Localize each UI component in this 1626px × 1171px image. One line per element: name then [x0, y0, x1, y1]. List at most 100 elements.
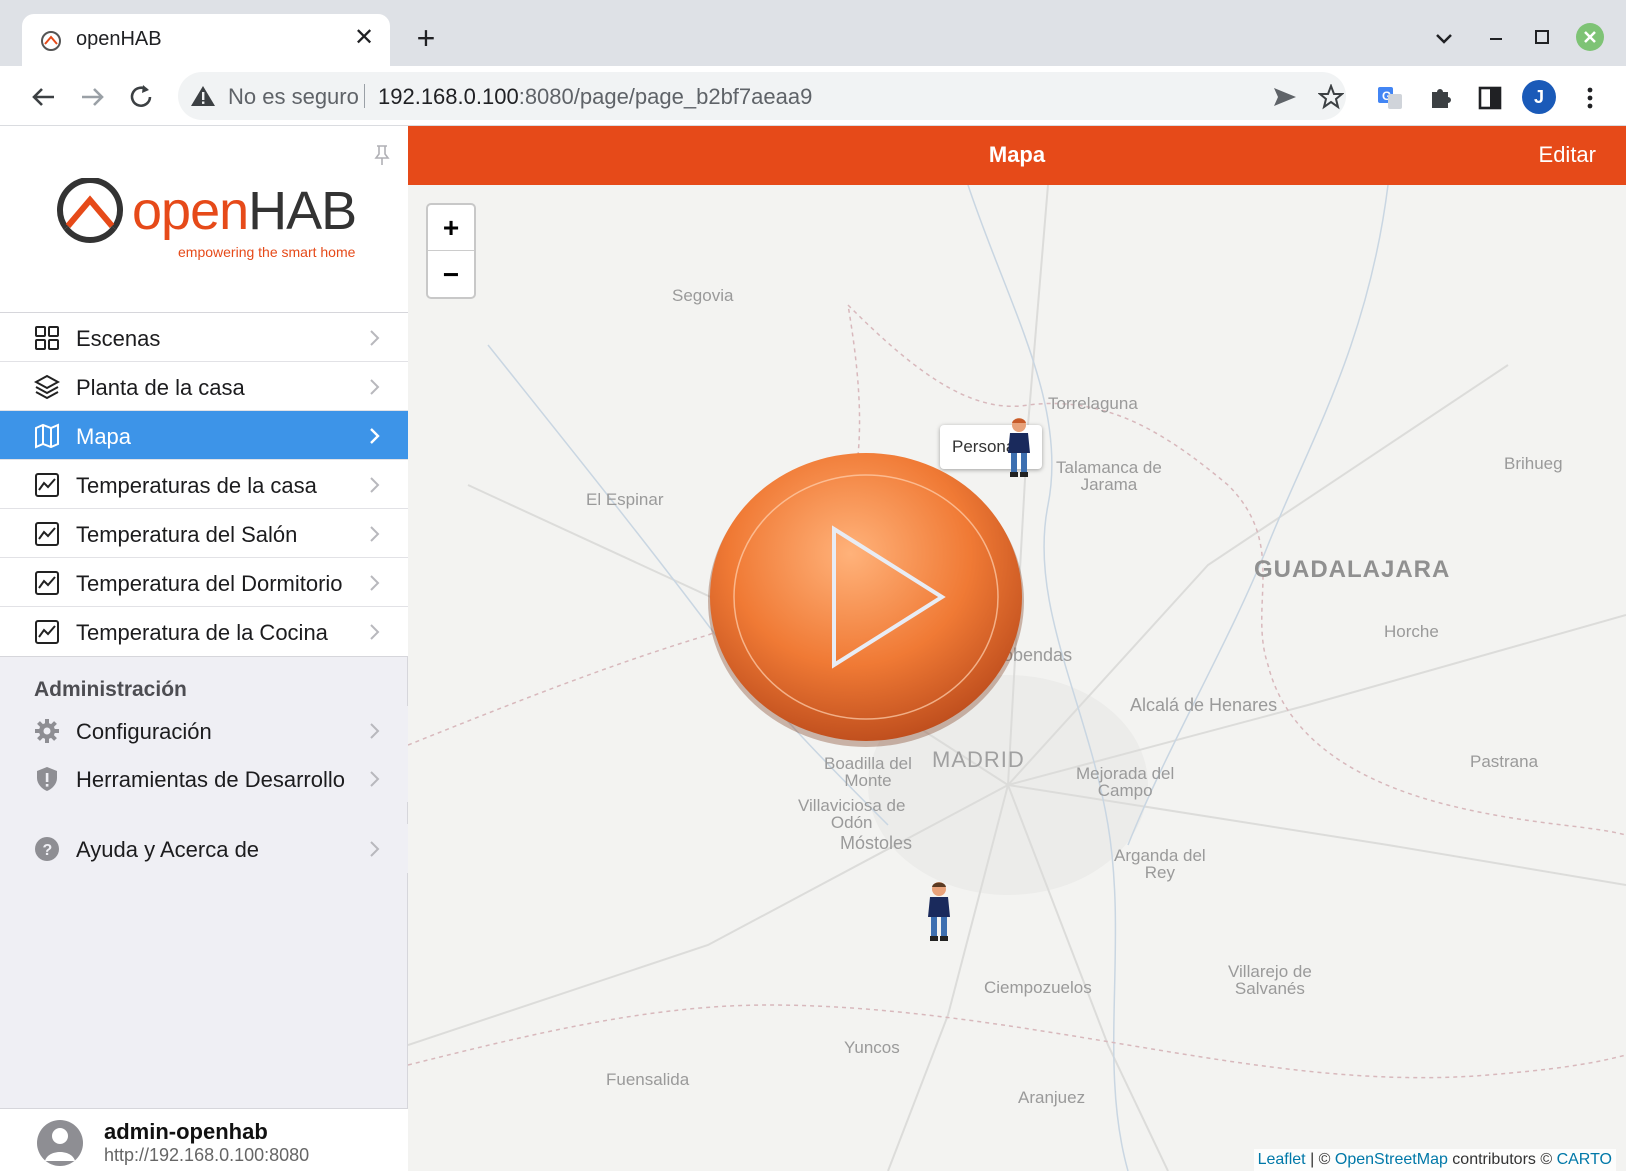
zoom-control: + − [426, 203, 476, 299]
url-text[interactable]: 192.168.0.100:8080/page/page_b2bf7aeaa9 [378, 84, 812, 110]
sidebar-item-label: Temperatura del Dormitorio [76, 571, 343, 596]
shield-icon [37, 767, 57, 791]
sidebar-item-temperatura-salon[interactable]: Temperatura del Salón [0, 509, 408, 558]
side-panel-icon[interactable] [1476, 84, 1504, 112]
layers-icon [34, 374, 60, 400]
pages-menu: Escenas Planta de la casa Mapa Temperatu… [0, 312, 408, 657]
omnibox-separator [364, 84, 365, 108]
map-label-ciempozuelos: Ciempozuelos [984, 978, 1092, 997]
kebab-menu-icon[interactable] [1576, 84, 1604, 112]
map-label-brihuega: Brihueg [1504, 454, 1563, 473]
help-menu: ? Ayuda y Acerca de [0, 824, 408, 873]
map-label-torrelaguna: Torrelaguna [1048, 394, 1138, 413]
send-icon[interactable] [1272, 84, 1298, 110]
chevron-right-icon [370, 330, 380, 346]
svg-text:?: ? [43, 842, 53, 859]
reload-icon[interactable] [124, 80, 158, 114]
minimize-icon[interactable] [1480, 22, 1512, 54]
help-circle-icon: ? [35, 837, 59, 861]
bookmark-star-icon[interactable] [1318, 84, 1344, 110]
map-label-pastrana: Pastrana [1470, 752, 1539, 771]
back-arrow-icon[interactable] [26, 80, 60, 114]
osm-link[interactable]: OpenStreetMap [1335, 1151, 1448, 1168]
chart-icon [35, 571, 59, 595]
map-attribution: Leaflet | © OpenStreetMap contributors ©… [1253, 1149, 1616, 1171]
attrib-contributors: contributors © [1447, 1151, 1557, 1168]
translate-icon[interactable]: G [1376, 84, 1404, 112]
chart-icon [35, 473, 59, 497]
chevron-right-icon [370, 723, 380, 739]
tab-search-icon[interactable] [1428, 22, 1460, 54]
logo-area: openHAB empowering the smart home [0, 126, 408, 312]
sidebar-item-temperatura-dormitorio[interactable]: Temperatura del Dormitorio [0, 558, 408, 607]
sidebar-item-label: Temperatura de la Cocina [76, 620, 328, 645]
logo-open-text: open [132, 181, 249, 241]
chevron-right-icon [370, 526, 380, 542]
sidebar-item-temperaturas-casa[interactable]: Temperaturas de la casa [0, 460, 408, 509]
map-label-villarejo: Villarejo de Salvanés [1228, 962, 1312, 998]
not-secure-label[interactable]: No es seguro [228, 84, 359, 110]
chevron-right-icon [370, 477, 380, 493]
map-label-boadilla: Boadilla del Monte [824, 754, 912, 790]
map-label-talamanca: Talamanca de Jarama [1056, 458, 1162, 494]
openhab-logo: openHAB empowering the smart home [56, 178, 366, 268]
sidebar-item-escenas[interactable]: Escenas [0, 313, 408, 362]
person-marker-icon[interactable] [924, 881, 954, 943]
logo-wordmark: openHAB [132, 180, 357, 242]
map-label-el-espinar: El Espinar [586, 490, 664, 509]
gear-icon [35, 719, 59, 743]
zoom-out-button[interactable]: − [428, 252, 474, 298]
chevron-right-icon [370, 771, 380, 787]
browser-tab[interactable]: openHAB ✕ [22, 14, 390, 66]
chart-icon [35, 620, 59, 644]
chevron-right-icon [370, 841, 380, 857]
map-label-fuensalida: Fuensalida [606, 1070, 690, 1089]
address-bar[interactable]: No es seguro 192.168.0.100:8080/page/pag… [178, 72, 1346, 120]
map-icon [35, 423, 59, 449]
grid-icon [35, 326, 59, 350]
map-label-madrid: MADRID [932, 747, 1025, 772]
sidebar-item-herramientas[interactable]: Herramientas de Desarrollo [0, 754, 408, 802]
sidebar-item-configuracion[interactable]: Configuración [0, 706, 408, 754]
map-view[interactable]: + − Segovia Torrelaguna Talamanca de Jar… [408, 185, 1626, 1171]
profile-avatar[interactable]: J [1522, 80, 1556, 114]
forward-arrow-icon[interactable] [76, 80, 110, 114]
map-label-horche: Horche [1384, 622, 1439, 641]
carto-link[interactable]: CARTO [1557, 1151, 1612, 1168]
tab-close-icon[interactable]: ✕ [350, 24, 378, 52]
map-label-segovia: Segovia [672, 286, 734, 305]
extensions-puzzle-icon[interactable] [1426, 84, 1454, 112]
edit-button[interactable]: Editar [1539, 142, 1596, 168]
chevron-right-icon [370, 624, 380, 640]
play-button-icon[interactable] [706, 447, 1026, 747]
user-avatar-icon [37, 1120, 83, 1166]
tab-title: openHAB [76, 28, 162, 50]
sidebar-item-label: Planta de la casa [76, 375, 245, 400]
sidebar-item-label: Ayuda y Acerca de [76, 837, 260, 862]
sidebar-item-label: Configuración [76, 719, 212, 744]
openhab-logo-icon [57, 178, 123, 243]
map-label-aranjuez: Aranjuez [1018, 1088, 1086, 1107]
chevron-right-icon [370, 575, 380, 591]
map-label-arganda: Arganda del Rey [1114, 846, 1206, 882]
user-server-url: http://192.168.0.100:8080 [104, 1145, 310, 1165]
map-label-villaviciosa: Villaviciosa de Odón [798, 796, 906, 832]
sidebar-item-ayuda[interactable]: ? Ayuda y Acerca de [0, 824, 408, 873]
maximize-icon[interactable] [1526, 22, 1558, 54]
pin-icon[interactable] [372, 144, 392, 166]
map-label-mejorada: Mejorada del Campo [1076, 764, 1175, 800]
sidebar-item-temperatura-cocina[interactable]: Temperatura de la Cocina [0, 607, 408, 656]
leaflet-link[interactable]: Leaflet [1258, 1151, 1306, 1168]
warning-icon[interactable] [190, 84, 216, 108]
page-title: Mapa [988, 142, 1046, 167]
user-profile[interactable]: admin-openhab http://192.168.0.100:8080 [0, 1108, 408, 1171]
logo-hab-text: HAB [248, 181, 357, 241]
close-window-icon[interactable] [1574, 22, 1606, 54]
sidebar-item-planta[interactable]: Planta de la casa [0, 362, 408, 411]
sidebar-item-label: Temperaturas de la casa [76, 473, 317, 498]
new-tab-icon[interactable]: + [410, 22, 442, 54]
map-label-yuncos: Yuncos [844, 1038, 900, 1057]
sidebar-item-mapa[interactable]: Mapa [0, 411, 408, 460]
page-navbar: Mapa Editar [408, 126, 1626, 185]
zoom-in-button[interactable]: + [428, 205, 474, 251]
